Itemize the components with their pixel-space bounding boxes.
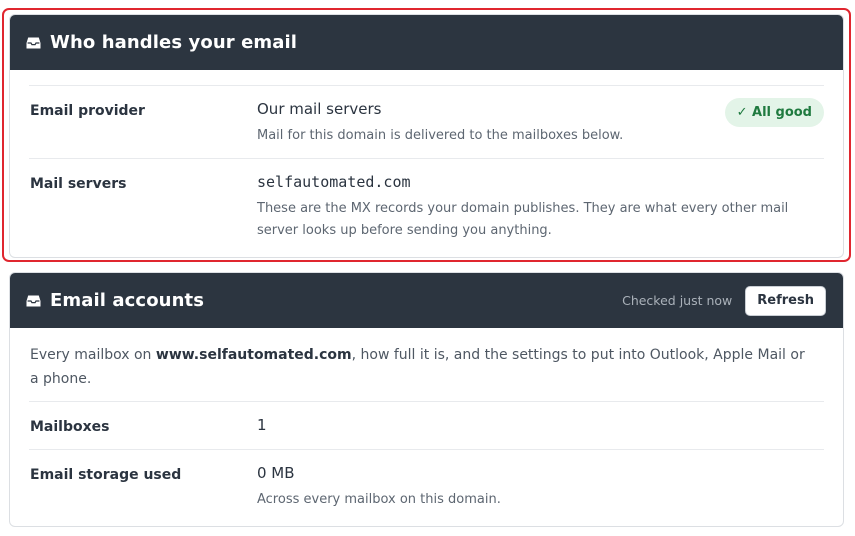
storage-used-row: Email storage used 0 MB Across every mai… bbox=[29, 449, 824, 526]
inbox-icon bbox=[26, 295, 41, 307]
mail-handling-header: Who handles your email bbox=[10, 15, 843, 70]
intro-domain: www.selfautomated.com bbox=[155, 347, 352, 363]
storage-used-value: 0 MB bbox=[257, 464, 295, 482]
mail-servers-label: Mail servers bbox=[30, 176, 127, 192]
mail-handling-title: Who handles your email bbox=[50, 32, 298, 53]
intro-prefix: Every mailbox on bbox=[30, 347, 156, 363]
storage-used-help: Across every mailbox on this domain. bbox=[257, 492, 501, 507]
mailboxes-row: Mailboxes 1 bbox=[29, 401, 824, 449]
inbox-icon bbox=[26, 37, 41, 49]
mail-servers-row: Mail servers selfautomated.com These are… bbox=[29, 158, 824, 257]
mail-servers-value: selfautomated.com bbox=[257, 173, 411, 191]
storage-used-label: Email storage used bbox=[30, 467, 182, 483]
last-checked-text: Checked just now bbox=[622, 293, 733, 308]
mailboxes-label: Mailboxes bbox=[30, 419, 110, 435]
email-accounts-header: Email accounts Checked just now Refresh bbox=[10, 273, 843, 328]
email-provider-help: Mail for this domain is delivered to the… bbox=[257, 128, 624, 143]
email-accounts-title: Email accounts bbox=[50, 290, 205, 311]
mailboxes-value: 1 bbox=[257, 416, 267, 434]
mail-servers-help: These are the MX records your domain pub… bbox=[257, 201, 789, 238]
refresh-button[interactable]: Refresh bbox=[745, 285, 826, 316]
accounts-intro: Every mailbox on www.selfautomated.com, … bbox=[30, 343, 810, 391]
status-badge: ✓ All good bbox=[724, 98, 824, 127]
email-provider-label: Email provider bbox=[30, 103, 145, 119]
email-provider-value: Our mail servers bbox=[257, 100, 382, 118]
mail-handling-card: Who handles your email Email provider Ou… bbox=[9, 14, 844, 258]
email-provider-row: Email provider Our mail servers Mail for… bbox=[29, 85, 824, 158]
email-accounts-card: Email accounts Checked just now Refresh … bbox=[9, 272, 844, 527]
